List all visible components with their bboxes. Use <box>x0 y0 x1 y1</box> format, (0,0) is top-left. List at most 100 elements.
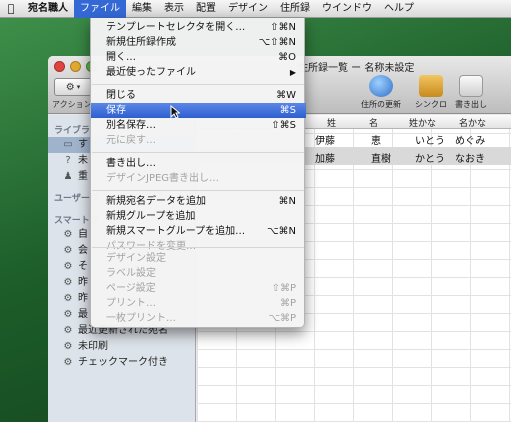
menu-item-label: 閉じる <box>106 90 136 101</box>
sidebar-smart-item[interactable]: ⚙ 会 <box>62 243 88 259</box>
menu-item-add-new-address[interactable]: 新規宛名データを追加 ⌘N <box>91 194 306 209</box>
gear-icon: ⚙ <box>63 341 73 352</box>
submenu-arrow-icon: ▶ <box>289 68 296 77</box>
sidebar-item-unfiled[interactable]: ? 未 <box>62 153 88 169</box>
menu-item-shortcut: ⌥⌘P <box>268 313 296 324</box>
menu-item-close[interactable]: 閉じる ⌘W <box>91 88 306 103</box>
minimize-button[interactable] <box>70 61 81 72</box>
table-cell: 伊藤 <box>315 136 335 147</box>
sidebar-item-label: 最 <box>78 309 88 320</box>
export-label: 書き出し <box>455 100 487 109</box>
menu-item-design-settings[interactable]: デザイン設定 <box>91 251 306 266</box>
menu-item-shortcut: ⌘O <box>278 52 296 63</box>
menu-item-label: 元に戻す… <box>106 135 156 146</box>
menu-item-export-design-jpeg[interactable]: デザインJPEG書き出し… <box>91 171 306 186</box>
sidebar-smart-item-unprinted[interactable]: ⚙ 未印刷 <box>62 339 108 355</box>
menu-item-label-settings[interactable]: ラベル設定 <box>91 266 306 281</box>
sidebar-item-label: 昨 <box>78 277 88 288</box>
sidebar-smart-item[interactable]: ⚙ そ <box>62 259 88 275</box>
sidebar-item-label: 会 <box>78 245 88 256</box>
menu-item-print[interactable]: プリント… ⌘P <box>91 296 306 311</box>
apple-menu-icon[interactable]:  <box>0 2 22 15</box>
gear-icon: ⚙ <box>63 325 73 336</box>
sidebar-library-heading: ライブラ <box>54 126 91 136</box>
menu-address-book[interactable]: 住所録 <box>274 0 316 18</box>
menu-item-shortcut: ⌥⌘N <box>266 226 296 237</box>
menu-item-revert[interactable]: 元に戻す… <box>91 133 306 148</box>
menu-view[interactable]: 表示 <box>158 0 190 18</box>
sidebar-item-label: そ <box>78 261 88 272</box>
menu-item-label: 新規住所録作成 <box>106 37 176 48</box>
menu-item-open[interactable]: 開く… ⌘O <box>91 50 306 65</box>
sidebar-item-label: 昨 <box>78 293 88 304</box>
gear-icon: ⚙ <box>65 81 75 93</box>
menu-item-save-as[interactable]: 別名保存… ⇧⌘S <box>91 118 306 133</box>
table-cell: いとう <box>415 136 445 147</box>
menubar:  宛名職人 ファイル 編集 表示 配置 デザイン 住所録 ウインドウ ヘルプ <box>0 0 511 18</box>
menu-item-label: プリント… <box>106 298 156 309</box>
menu-item-save[interactable]: 保存 ⌘S <box>91 103 306 118</box>
menu-item-shortcut: ⌘S <box>279 105 296 116</box>
menu-item-page-setup[interactable]: ページ設定 ⇧⌘P <box>91 281 306 296</box>
menu-file[interactable]: ファイル <box>74 0 126 18</box>
column-header-last-name[interactable]: 姓 <box>327 116 336 129</box>
sync-icon <box>419 75 443 97</box>
menu-window[interactable]: ウインドウ <box>316 0 378 18</box>
sidebar-smart-item[interactable]: ⚙ 最 <box>62 307 88 323</box>
menu-item-label: 新規スマートグループを追加… <box>106 226 246 237</box>
export-button[interactable]: 書き出し <box>446 75 496 110</box>
menu-item-label: ページ設定 <box>106 283 156 294</box>
menu-item-label: ラベル設定 <box>106 268 156 279</box>
update-address-button[interactable]: 住所の更新 <box>356 75 406 110</box>
menu-item-add-smart-group[interactable]: 新規スマートグループを追加… ⌥⌘N <box>91 224 306 239</box>
table-cell: 加藤 <box>315 154 335 165</box>
update-address-label: 住所の更新 <box>361 100 401 109</box>
sidebar-item-duplicates[interactable]: ♟ 重 <box>62 169 88 185</box>
menu-edit[interactable]: 編集 <box>126 0 158 18</box>
export-icon <box>459 75 483 97</box>
menu-item-label: 別名保存… <box>106 120 156 131</box>
sidebar-item-label: 未印刷 <box>78 341 108 352</box>
menu-item-label: デザインJPEG書き出し… <box>106 173 220 184</box>
table-cell: めぐみ <box>455 136 486 147</box>
action-button[interactable]: ⚙ ▾ <box>54 78 92 96</box>
menu-arrange[interactable]: 配置 <box>190 0 222 18</box>
menu-app-name[interactable]: 宛名職人 <box>22 0 74 18</box>
menu-item-shortcut: ⇧⌘S <box>271 120 296 131</box>
menu-item-export[interactable]: 書き出し… <box>91 156 306 171</box>
menu-item-label: 新規グループを追加 <box>106 211 196 222</box>
card-icon: ▭ <box>63 139 73 150</box>
globe-icon <box>369 75 393 97</box>
question-icon: ? <box>65 155 71 166</box>
menu-item-print-one-page[interactable]: 一枚プリント… ⌥⌘P <box>91 311 306 326</box>
menu-separator <box>92 190 304 191</box>
menu-item-shortcut: ⇧⌘N <box>270 22 296 33</box>
sidebar-smart-item[interactable]: ⚙ 昨 <box>62 291 88 307</box>
menu-item-label: 保存 <box>106 105 126 116</box>
close-button[interactable] <box>54 61 65 72</box>
gear-icon: ⚙ <box>63 229 73 240</box>
sidebar-item-label: す <box>78 139 88 150</box>
mouse-pointer-icon <box>170 105 180 119</box>
menu-item-open-template-selector[interactable]: テンプレートセレクタを開く… ⇧⌘N <box>91 20 306 35</box>
menu-item-shortcut: ⌘N <box>278 196 296 207</box>
gear-icon: ⚙ <box>63 261 73 272</box>
menu-help[interactable]: ヘルプ <box>378 0 420 18</box>
people-icon: ♟ <box>63 171 73 182</box>
sidebar-smart-item-checkmarked[interactable]: ⚙ チェックマーク付き <box>62 355 168 371</box>
column-header-last-kana[interactable]: 姓かな <box>409 116 436 129</box>
menu-item-recent-files[interactable]: 最近使ったファイル ▶ <box>91 65 306 80</box>
menu-item-label: 一枚プリント… <box>106 313 176 324</box>
menu-item-shortcut: ⌥⇧⌘N <box>258 37 296 48</box>
menu-item-add-new-group[interactable]: 新規グループを追加 <box>91 209 306 224</box>
menu-item-label: 開く… <box>106 52 136 63</box>
sidebar-item-label: 未 <box>78 155 88 166</box>
menu-item-new-address-book[interactable]: 新規住所録作成 ⌥⇧⌘N <box>91 35 306 50</box>
menu-item-label: 新規宛名データを追加 <box>106 196 206 207</box>
sidebar-smart-item[interactable]: ⚙ 昨 <box>62 275 88 291</box>
menu-separator <box>92 152 304 153</box>
sidebar-smart-item[interactable]: ⚙ 自 <box>62 227 88 243</box>
menu-design[interactable]: デザイン <box>222 0 274 18</box>
column-header-first-kana[interactable]: 名かな <box>459 116 486 129</box>
column-header-first-name[interactable]: 名 <box>369 116 378 129</box>
